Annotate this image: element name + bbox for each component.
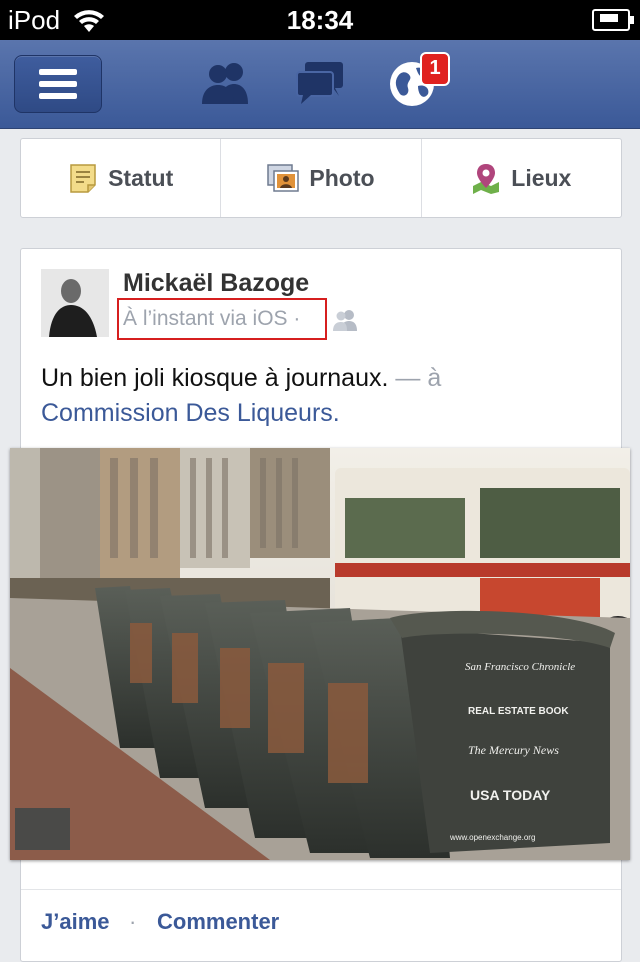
post-actions: J’aime · Commenter xyxy=(21,889,621,962)
status-note-icon xyxy=(70,164,96,193)
composer-bar: Statut Photo Lieux xyxy=(20,138,622,218)
map-pin-icon xyxy=(473,164,500,194)
photo-button[interactable]: Photo xyxy=(221,139,422,217)
sign-usa-today: USA TODAY xyxy=(470,787,551,803)
clock: 18:34 xyxy=(286,5,354,35)
status-button[interactable]: Statut xyxy=(21,139,222,217)
sign-real-estate: REAL ESTATE BOOK xyxy=(468,706,569,717)
status-label: Statut xyxy=(108,164,174,191)
post-text: Un bien joli kiosque à journaux. — à Com… xyxy=(41,361,601,431)
sign-mercury: The Mercury News xyxy=(468,743,559,757)
messages-icon[interactable] xyxy=(295,58,347,108)
action-divider: · xyxy=(129,909,137,934)
post-timestamp[interactable]: À l’instant via iOS · xyxy=(123,307,300,331)
post-photo[interactable]: San Francisco Chronicle REAL ESTATE BOOK… xyxy=(10,448,630,860)
battery-icon xyxy=(592,9,634,31)
author-avatar[interactable] xyxy=(41,269,109,337)
friends-privacy-icon xyxy=(333,310,357,331)
post-author[interactable]: Mickaël Bazoge xyxy=(123,269,309,298)
places-button[interactable]: Lieux xyxy=(422,139,621,217)
friend-requests-icon[interactable] xyxy=(200,58,252,108)
avatar-portrait xyxy=(41,269,109,337)
comment-button[interactable]: Commenter xyxy=(157,909,279,935)
notification-badge: 1 xyxy=(420,52,450,86)
status-bar: iPod 18:34 xyxy=(0,0,640,40)
sign-url: www.openexchange.org xyxy=(449,833,535,842)
menu-button[interactable] xyxy=(14,55,102,113)
photo-icon xyxy=(267,164,300,192)
top-navbar: 1 xyxy=(0,40,640,129)
newspaper-kiosk-photo: San Francisco Chronicle REAL ESTATE BOOK… xyxy=(10,448,630,860)
place-separator: — à xyxy=(388,364,442,392)
place-link[interactable]: Commission Des Liqueurs. xyxy=(41,399,340,427)
sign-chronicle: San Francisco Chronicle xyxy=(465,661,575,673)
photo-label: Photo xyxy=(309,164,375,191)
post-message: Un bien joli kiosque à journaux. xyxy=(41,364,389,392)
like-button[interactable]: J’aime xyxy=(41,909,110,935)
places-label: Lieux xyxy=(511,164,572,191)
